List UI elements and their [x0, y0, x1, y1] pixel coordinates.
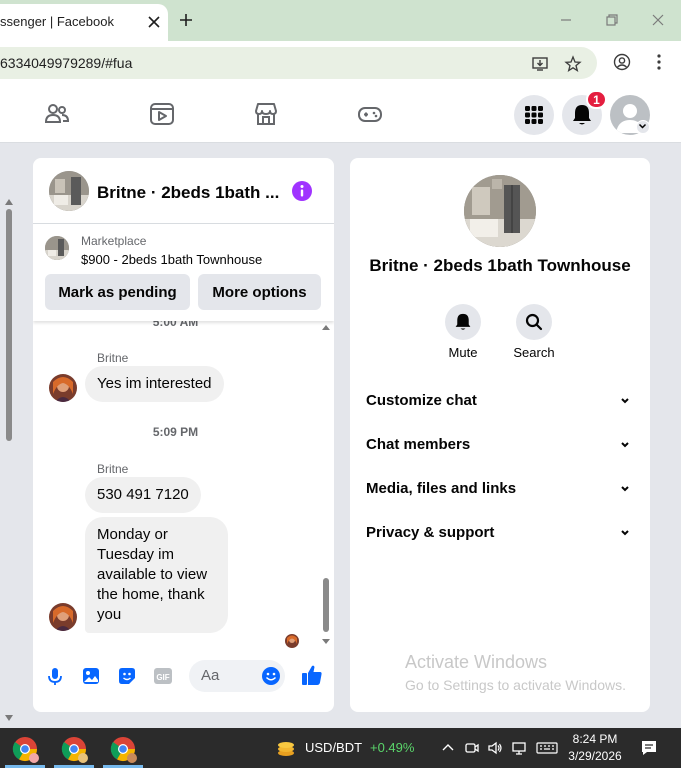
conversation-name: Britne · 2beds 1bath Townhouse: [369, 256, 631, 275]
marketplace-label: Marketplace: [81, 234, 147, 248]
activate-windows-title: Activate Windows: [405, 652, 548, 672]
url-field[interactable]: 6334049979289/#fua: [0, 47, 597, 79]
timestamp: 5:09 PM: [152, 425, 199, 439]
listing-avatar[interactable]: [49, 171, 89, 211]
url-text: 6334049979289/#fua: [0, 55, 133, 71]
close-tab-icon[interactable]: [146, 14, 162, 30]
browser-tab[interactable]: ssenger | Facebook: [0, 4, 168, 41]
account-chevron-icon[interactable]: [636, 120, 650, 134]
microphone-icon[interactable]: [45, 666, 65, 686]
search-button[interactable]: [516, 304, 552, 340]
chevron-down-icon: [618, 438, 632, 452]
message-list: 5:00 AM Britne Yes im interested 5:09 PM…: [33, 315, 334, 652]
restore-icon[interactable]: [604, 12, 620, 28]
privacy-support-row[interactable]: Privacy & support: [366, 517, 634, 547]
chat-title[interactable]: Britne · 2beds 1bath ...: [97, 183, 279, 203]
search-label: Search: [513, 345, 555, 360]
svg-text:GIF: GIF: [156, 673, 169, 682]
chat-scrollbar[interactable]: [319, 321, 333, 652]
emoji-icon[interactable]: [261, 666, 281, 686]
sender-name: Britne: [97, 351, 129, 365]
mark-as-pending-button[interactable]: Mark as pending: [45, 274, 190, 310]
page-scrollbar[interactable]: [0, 143, 18, 728]
customize-chat-row[interactable]: Customize chat: [366, 385, 634, 415]
currency-widget-icon[interactable]: [276, 738, 296, 758]
info-icon[interactable]: [291, 180, 313, 202]
minimize-icon[interactable]: [558, 12, 574, 28]
more-options-button[interactable]: More options: [198, 274, 321, 310]
listing-photo[interactable]: [464, 175, 536, 247]
volume-icon[interactable]: [487, 740, 503, 756]
chrome-app-icon[interactable]: [108, 734, 138, 764]
chevron-down-icon: [618, 482, 632, 496]
bell-icon: [572, 104, 592, 126]
facebook-header: 1: [0, 85, 681, 143]
chevron-down-icon: [618, 394, 632, 408]
currency-change: +0.49%: [370, 740, 415, 755]
currency-ticker[interactable]: USD/BDT: [305, 740, 362, 755]
browser-menu-icon[interactable]: [650, 53, 668, 71]
menu-button[interactable]: [514, 95, 554, 135]
listing-title[interactable]: $900 - 2beds 1bath Townhouse: [81, 252, 262, 267]
meet-now-icon[interactable]: [464, 740, 480, 756]
notification-badge: 1: [586, 90, 607, 109]
chat-panel: Britne · 2beds 1bath ... Marketplace $90…: [33, 158, 334, 712]
menu-label: Privacy & support: [366, 524, 495, 541]
network-icon[interactable]: [511, 740, 527, 756]
sticker-icon[interactable]: [117, 666, 137, 686]
conversation-info-panel: Britne · 2beds 1bath Townhouse Mute Sear…: [350, 158, 650, 712]
chevron-down-icon: [618, 526, 632, 540]
message-bubble[interactable]: 530 491 7120: [85, 477, 201, 513]
message-bubble[interactable]: Yes im interested: [85, 366, 224, 402]
search-icon: [525, 313, 543, 331]
media-files-links-row[interactable]: Media, files and links: [366, 473, 634, 503]
mute-button[interactable]: [445, 304, 481, 340]
marketplace-listing-card: Marketplace $900 - 2beds 1bath Townhouse…: [33, 224, 334, 321]
activate-windows-subtitle: Go to Settings to activate Windows.: [405, 677, 626, 693]
browser-tab-strip: ssenger | Facebook: [0, 0, 681, 41]
windows-taskbar: USD/BDT +0.49% 8:24 PM 3/29/2026: [0, 728, 681, 768]
read-receipt-avatar: [285, 634, 299, 648]
sender-avatar[interactable]: [49, 374, 77, 402]
profile-icon[interactable]: [613, 53, 631, 71]
tab-title: ssenger | Facebook: [0, 14, 114, 29]
message-input[interactable]: Aa: [189, 660, 285, 692]
photo-icon[interactable]: [81, 666, 101, 686]
clock-date[interactable]: 3/29/2026: [560, 749, 630, 763]
video-icon[interactable]: [149, 101, 175, 127]
address-bar: 6334049979289/#fua: [0, 41, 681, 85]
friends-icon[interactable]: [44, 101, 70, 127]
menu-label: Customize chat: [366, 392, 477, 409]
grid-menu-icon: [524, 105, 544, 125]
notification-center-icon[interactable]: [640, 739, 658, 757]
clock-time[interactable]: 8:24 PM: [560, 732, 630, 746]
like-icon[interactable]: [301, 664, 323, 686]
install-app-icon[interactable]: [531, 55, 549, 73]
chrome-app-icon[interactable]: [59, 734, 89, 764]
menu-label: Chat members: [366, 436, 471, 453]
sender-avatar[interactable]: [49, 603, 77, 631]
new-tab-icon[interactable]: [178, 12, 194, 28]
chrome-app-icon[interactable]: [10, 734, 40, 764]
menu-label: Media, files and links: [366, 480, 517, 497]
gif-icon[interactable]: GIF: [153, 666, 173, 686]
chat-members-row[interactable]: Chat members: [366, 429, 634, 459]
mute-label: Mute: [448, 345, 478, 360]
bookmark-star-icon[interactable]: [564, 55, 582, 73]
message-composer: GIF Aa: [33, 652, 334, 712]
gaming-icon[interactable]: [357, 101, 383, 127]
keyboard-icon[interactable]: [536, 740, 558, 756]
marketplace-icon[interactable]: [253, 101, 279, 127]
listing-thumbnail[interactable]: [45, 236, 69, 260]
sender-name: Britne: [97, 462, 129, 476]
bell-icon: [454, 313, 472, 331]
message-input-placeholder: Aa: [201, 667, 220, 684]
message-bubble[interactable]: Monday or Tuesday im available to view t…: [85, 517, 228, 633]
chevron-up-icon[interactable]: [440, 740, 456, 756]
chat-header: Britne · 2beds 1bath ...: [33, 158, 334, 224]
close-window-icon[interactable]: [650, 12, 666, 28]
